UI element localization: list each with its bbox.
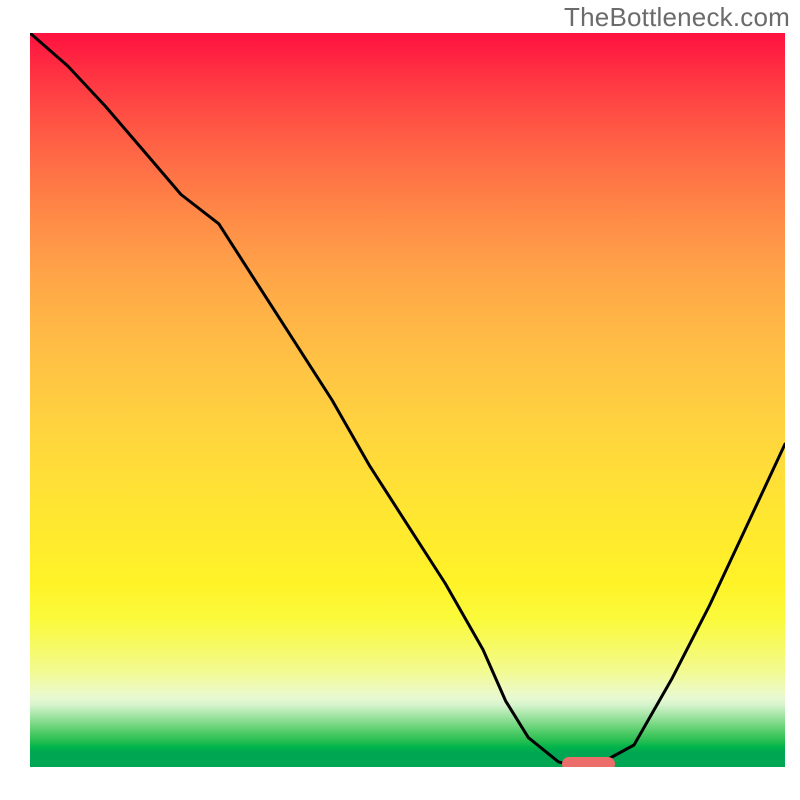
bottleneck-chart: TheBottleneck.com: [0, 0, 800, 800]
optimal-marker: [562, 757, 615, 767]
plot-area: [30, 33, 785, 767]
bottleneck-curve: [30, 33, 785, 766]
watermark-text: TheBottleneck.com: [564, 2, 790, 33]
curve-layer: [30, 33, 785, 767]
